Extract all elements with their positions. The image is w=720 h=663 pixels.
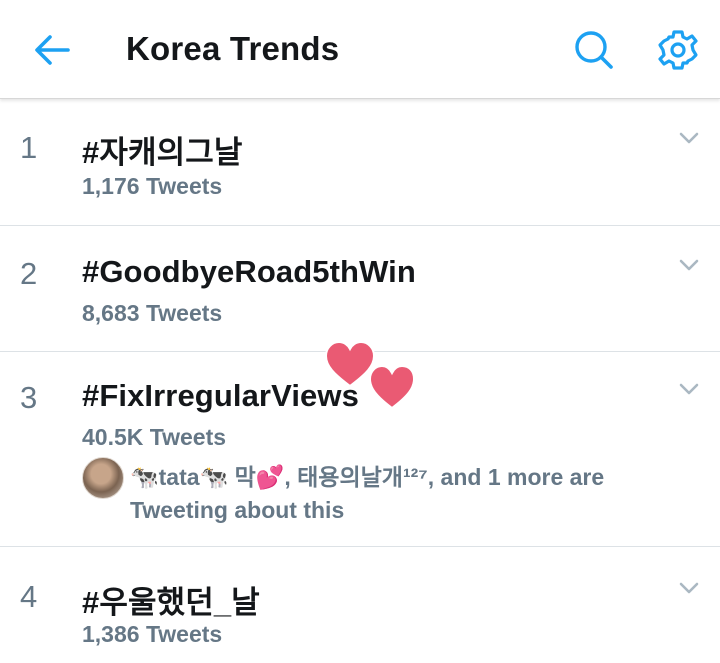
- search-button[interactable]: [570, 26, 618, 74]
- heart-sticker-icon: [324, 340, 416, 410]
- trend-options-button[interactable]: [674, 123, 704, 153]
- trend-options-button[interactable]: [674, 250, 704, 280]
- trend-item[interactable]: 4 #우울했던_날 1,386 Tweets: [0, 547, 720, 663]
- trend-options-button[interactable]: [674, 374, 704, 404]
- trend-rank: 3: [20, 380, 38, 415]
- trend-hashtag[interactable]: #우울했던_날: [82, 577, 260, 622]
- social-context-line-1: 🐄tata🐄 막💕, 태용의날개¹²⁷, and 1 more are: [130, 464, 605, 490]
- trend-hashtag[interactable]: #FixIrregularViews: [82, 378, 359, 414]
- settings-button[interactable]: [654, 26, 702, 74]
- trend-hashtag[interactable]: #자캐의그날: [82, 127, 242, 172]
- trend-item[interactable]: 2 #GoodbyeRoad5thWin 8,683 Tweets: [0, 226, 720, 352]
- page-title: Korea Trends: [126, 30, 340, 67]
- arrow-left-icon: [35, 35, 70, 65]
- social-context-line-2: Tweeting about this: [130, 497, 345, 523]
- social-context[interactable]: 🐄tata🐄 막💕, 태용의날개¹²⁷, and 1 more are Twee…: [82, 457, 702, 527]
- app-header: Korea Trends: [0, 0, 720, 99]
- chevron-down-icon: [679, 259, 699, 271]
- avatar: [82, 457, 124, 499]
- chevron-down-icon: [679, 383, 699, 395]
- trend-hashtag[interactable]: #GoodbyeRoad5thWin: [82, 254, 416, 290]
- trend-rank: 4: [20, 579, 38, 614]
- tweet-count: 1,176 Tweets: [82, 173, 223, 199]
- trend-rank: 1: [20, 130, 38, 165]
- tweet-count: 40.5K Tweets: [82, 424, 227, 450]
- chevron-down-icon: [679, 582, 699, 594]
- gear-icon: [658, 30, 698, 70]
- tweet-count: 1,386 Tweets: [82, 621, 223, 647]
- trend-rank: 2: [20, 256, 38, 291]
- trend-options-button[interactable]: [674, 573, 704, 603]
- trend-item[interactable]: 1 #자캐의그날 1,176 Tweets: [0, 99, 720, 226]
- social-context-text: 🐄tata🐄 막💕, 태용의날개¹²⁷, and 1 more are Twee…: [130, 461, 690, 527]
- back-button[interactable]: [28, 26, 76, 74]
- search-icon: [575, 31, 613, 69]
- tweet-count: 8,683 Tweets: [82, 300, 223, 326]
- chevron-down-icon: [679, 132, 699, 144]
